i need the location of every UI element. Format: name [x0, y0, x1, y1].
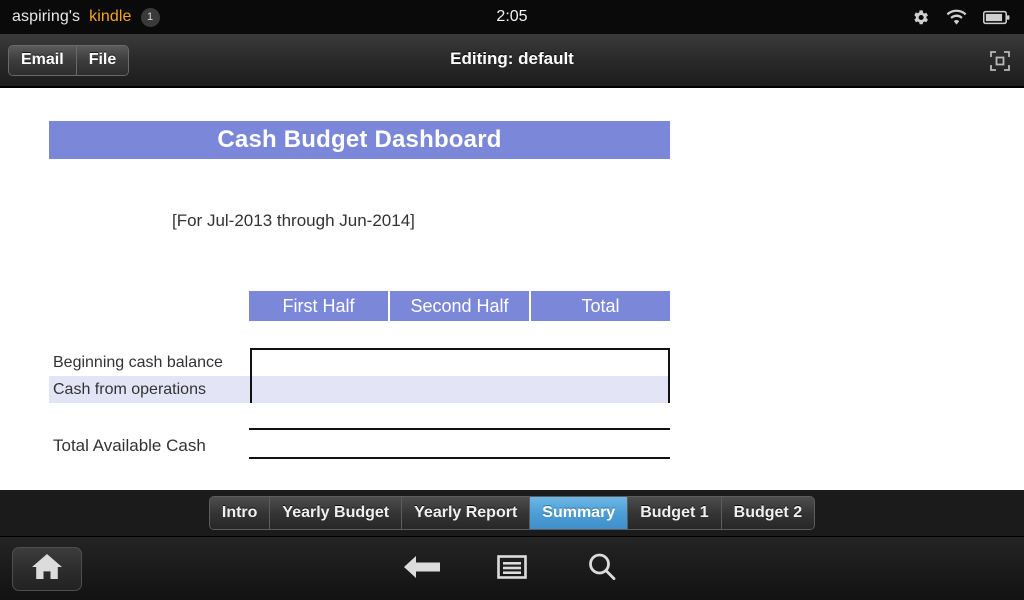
sheet-tab-budget-1[interactable]: Budget 1 — [627, 496, 721, 530]
sheet-tab-summary[interactable]: Summary — [529, 496, 628, 530]
editing-title: Editing: default — [450, 49, 574, 68]
search-button[interactable] — [578, 545, 626, 593]
column-header-first-half: First Half — [282, 295, 355, 316]
total-rule-top — [249, 428, 670, 430]
system-nav-bar — [0, 536, 1024, 600]
back-arrow-icon — [402, 552, 442, 587]
home-icon — [30, 552, 64, 587]
spreadsheet-document[interactable]: Cash Budget Dashboard [For Jul-2013 thro… — [0, 90, 1024, 490]
sheet-tab-bar: Intro Yearly Budget Yearly Report Summar… — [0, 490, 1024, 536]
kindle-spreadsheet-app: aspiring's kindle 1 2:05 Email File Edit… — [0, 0, 1024, 600]
menu-icon — [496, 553, 528, 586]
column-header-total: Total — [529, 291, 670, 321]
total-rule-bottom — [249, 457, 670, 459]
toolbar-button-group: Email File — [8, 45, 130, 77]
app-toolbar: Email File Editing: default — [0, 34, 1024, 88]
email-button[interactable]: Email — [9, 46, 76, 76]
sheet-tab-intro[interactable]: Intro — [209, 496, 270, 530]
notification-badge[interactable]: 1 — [140, 7, 160, 27]
system-status-bar: aspiring's kindle 1 2:05 — [0, 0, 1024, 34]
column-header-row: First Half Second Half Total — [249, 291, 670, 321]
row-label-cash-from-operations: Cash from operations — [49, 376, 250, 403]
row-label-total-available-cash: Total Available Cash — [53, 436, 206, 455]
device-owner-label: aspiring's — [12, 8, 81, 25]
dashboard-banner: Cash Budget Dashboard — [49, 121, 670, 159]
device-brand-label: kindle — [89, 8, 132, 25]
sheet-tab-yearly-report[interactable]: Yearly Report — [401, 496, 530, 530]
period-label: [For Jul-2013 through Jun-2014] — [172, 211, 415, 230]
device-identity: aspiring's kindle 1 — [0, 7, 160, 27]
home-button[interactable] — [12, 547, 82, 591]
sheet-tab-budget-2[interactable]: Budget 2 — [720, 496, 815, 530]
status-icon-tray — [911, 8, 1010, 27]
cell-range-row-2[interactable] — [252, 376, 668, 403]
sheet-tab-yearly-budget[interactable]: Yearly Budget — [269, 496, 402, 530]
search-icon — [586, 551, 618, 588]
nav-button-cluster — [0, 537, 1024, 600]
file-button[interactable]: File — [75, 46, 129, 76]
fullscreen-icon[interactable] — [986, 47, 1014, 75]
dashboard-title: Cash Budget Dashboard — [217, 126, 502, 153]
column-header-second-half: Second Half — [388, 291, 529, 321]
sheet-tab-group: Intro Yearly Budget Yearly Report Summar… — [208, 495, 816, 531]
wifi-icon[interactable] — [946, 9, 967, 26]
row-label-beginning-cash-balance: Beginning cash balance — [49, 349, 250, 376]
selected-cell-range[interactable] — [250, 348, 670, 403]
back-button[interactable] — [398, 545, 446, 593]
battery-icon[interactable] — [983, 10, 1010, 25]
menu-button[interactable] — [488, 545, 536, 593]
gear-icon[interactable] — [911, 8, 930, 27]
